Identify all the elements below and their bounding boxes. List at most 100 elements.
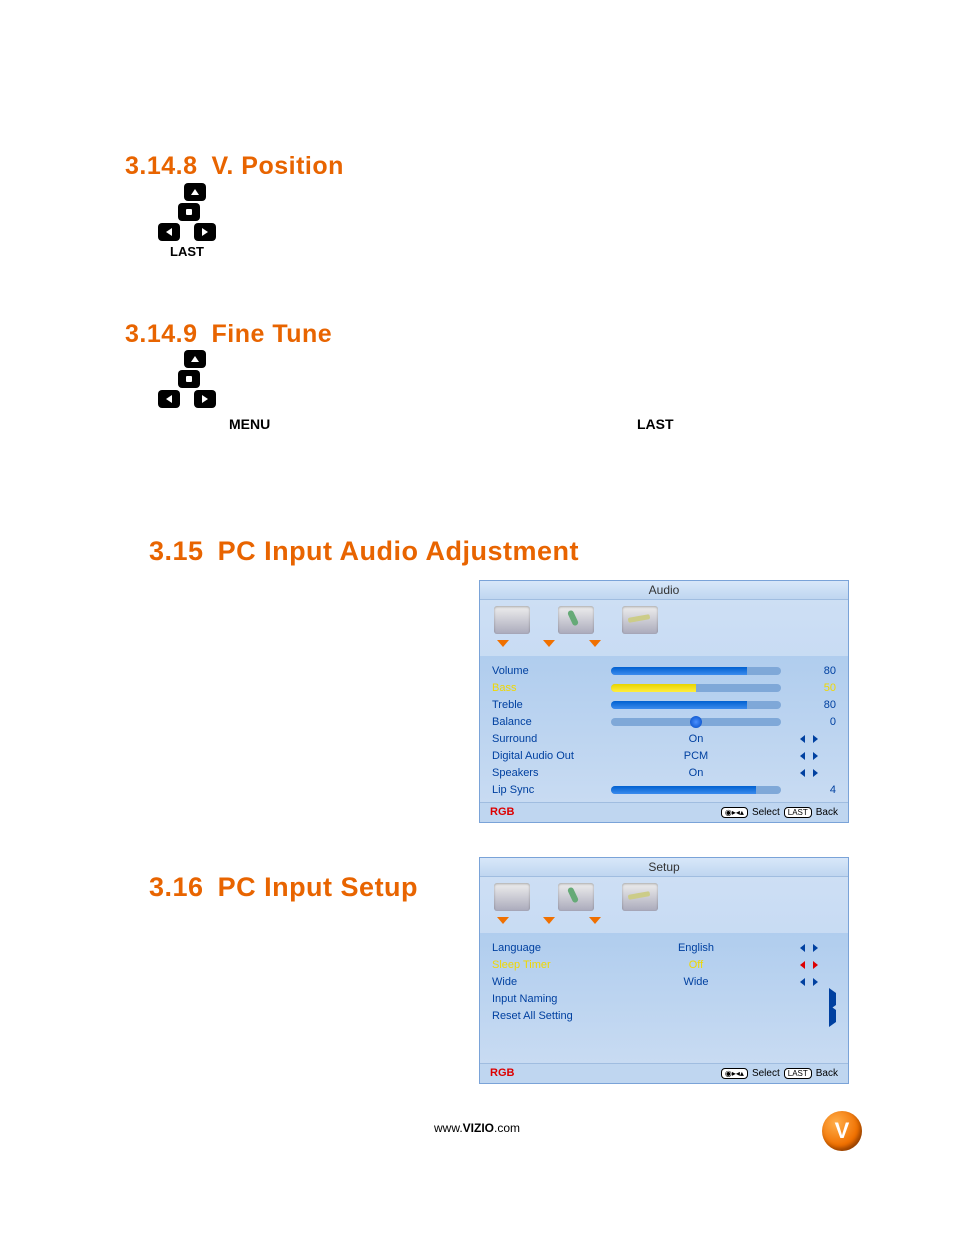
osd-row[interactable]: Volume80 — [492, 662, 836, 679]
row-value: On — [689, 733, 704, 745]
row-right — [800, 961, 836, 969]
lr-arrows-icon — [800, 978, 818, 986]
row-center: Off — [600, 959, 792, 971]
dpad-up-icon — [184, 183, 206, 201]
osd-row[interactable]: Lip Sync 4 — [492, 781, 836, 798]
heading-316: 3.16PC Input Setup — [149, 872, 418, 903]
heading-text: V. Position — [212, 152, 344, 180]
osd-audio-footer: RGB ◉▸◂▴ Select LAST Back — [480, 802, 848, 822]
osd-tab-icons — [480, 600, 848, 636]
menu-label: MENU — [229, 416, 270, 432]
row-center — [600, 667, 792, 675]
row-label: Language — [492, 942, 592, 954]
heading-text: PC Input Audio Adjustment — [218, 536, 579, 566]
heading-num: 3.14.9 — [125, 320, 198, 349]
vizio-v: V — [835, 1118, 850, 1144]
osd-row[interactable]: Input Naming — [492, 990, 836, 1007]
osd-audio-title: Audio — [480, 581, 848, 600]
osd-setup-footer: RGB ◉▸◂▴ Select LAST Back — [480, 1063, 848, 1083]
last-label: LAST — [170, 244, 204, 259]
row-label: Bass — [492, 682, 592, 694]
row-label: Surround — [492, 733, 592, 745]
url-suffix: .com — [494, 1121, 520, 1135]
osd-row[interactable]: Reset All Setting — [492, 1007, 836, 1024]
row-right: 50 — [800, 682, 836, 694]
row-value: On — [689, 767, 704, 779]
osd-audio-body: Volume80 Bass 50 Treble80 Balance 0 Surround On… — [480, 656, 848, 802]
row-right: 0 — [800, 716, 836, 728]
url-domain: VIZIO — [463, 1121, 494, 1135]
dot-icon — [494, 636, 512, 650]
osd-tab-dots — [480, 636, 848, 656]
last-label: LAST — [637, 416, 674, 432]
row-right — [800, 735, 836, 743]
osd-tab-icons — [480, 877, 848, 913]
osd-row[interactable]: Language English — [492, 939, 836, 956]
heading-315: 3.15PC Input Audio Adjustment — [149, 536, 579, 567]
heading-num: 3.16 — [149, 872, 204, 903]
row-center: On — [600, 733, 792, 745]
monitor-icon — [494, 883, 530, 911]
wrench-icon — [622, 606, 658, 634]
row-right — [800, 1010, 836, 1022]
footer-source: RGB — [490, 806, 514, 818]
nav-hint-icon: ◉▸◂▴ — [721, 807, 748, 818]
row-right — [800, 769, 836, 777]
slider-track[interactable] — [611, 701, 781, 709]
osd-row[interactable]: Speakers On — [492, 764, 836, 781]
slider-fill — [611, 684, 696, 692]
row-right — [800, 752, 836, 760]
dpad-center-icon — [178, 203, 200, 221]
row-center: Wide — [600, 976, 792, 988]
osd-setup-body: Language English Sleep Timer Off Wide Wide Inp… — [480, 933, 848, 1063]
select-hint: Select — [752, 807, 780, 818]
nav-hint-icon: ◉▸◂▴ — [721, 1068, 748, 1079]
dpad-right-icon — [194, 390, 216, 408]
dpad-left-icon — [158, 390, 180, 408]
osd-audio-panel: Audio Volume80 Bass 50 Treble80 Balance 0 Surr… — [479, 580, 849, 823]
osd-row[interactable]: Surround On — [492, 730, 836, 747]
dpad-center-icon — [178, 370, 200, 388]
back-hint: Back — [816, 1068, 838, 1079]
dpad-cluster — [158, 350, 248, 420]
row-label: Reset All Setting — [492, 1010, 592, 1022]
dot-icon — [494, 913, 512, 927]
osd-row[interactable]: Wide Wide — [492, 973, 836, 990]
balance-thumb[interactable] — [690, 716, 702, 728]
slider-track[interactable] — [611, 786, 781, 794]
mic-icon — [558, 883, 594, 911]
row-label: Balance — [492, 716, 592, 728]
osd-row[interactable]: Bass 50 — [492, 679, 836, 696]
osd-row[interactable]: Sleep Timer Off — [492, 956, 836, 973]
lr-arrows-icon — [800, 944, 818, 952]
back-hint: Back — [816, 807, 838, 818]
row-center — [600, 786, 792, 794]
slider-track[interactable] — [611, 684, 781, 692]
osd-row[interactable]: Treble80 — [492, 696, 836, 713]
dpad-up-icon — [184, 350, 206, 368]
row-label: Sleep Timer — [492, 959, 592, 971]
slider-fill — [611, 701, 747, 709]
osd-setup-title: Setup — [480, 858, 848, 877]
row-center: PCM — [600, 750, 792, 762]
go-arrow-icon — [829, 1005, 836, 1027]
row-label: Speakers — [492, 767, 592, 779]
url-prefix: www. — [434, 1121, 463, 1135]
slider-track[interactable] — [611, 667, 781, 675]
row-value: English — [678, 942, 714, 954]
row-center: English — [600, 942, 792, 954]
footer-hints: ◉▸◂▴ Select LAST Back — [721, 807, 838, 818]
row-right — [800, 978, 836, 986]
row-right — [800, 993, 836, 1005]
osd-row[interactable]: Digital Audio OutPCM — [492, 747, 836, 764]
row-label: Volume — [492, 665, 592, 677]
balance-track[interactable] — [611, 718, 781, 726]
row-right: 4 — [800, 784, 836, 796]
lr-arrows-icon — [800, 769, 818, 777]
footer-source: RGB — [490, 1067, 514, 1079]
slider-fill — [611, 667, 747, 675]
row-label: Wide — [492, 976, 592, 988]
row-label: Lip Sync — [492, 784, 592, 796]
last-hint-icon: LAST — [784, 807, 812, 818]
osd-row[interactable]: Balance 0 — [492, 713, 836, 730]
